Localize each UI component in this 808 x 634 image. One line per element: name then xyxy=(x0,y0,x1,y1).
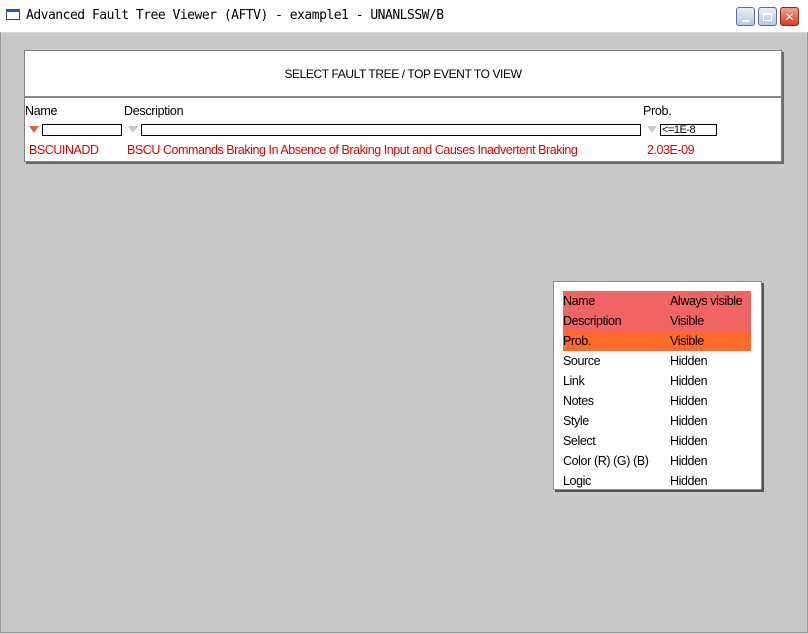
menu-item-state: Hidden xyxy=(670,454,708,468)
menu-item-label: Link xyxy=(563,374,585,388)
menu-item-notes[interactable]: Notes Hidden xyxy=(563,391,751,411)
menu-item-label: Description xyxy=(563,314,622,328)
menu-item-source[interactable]: Source Hidden xyxy=(563,351,751,371)
menu-item-state: Hidden xyxy=(670,394,708,408)
minimize-icon xyxy=(742,19,749,22)
menu-item-logic[interactable]: Logic Hidden xyxy=(563,471,751,491)
menu-item-state: Hidden xyxy=(670,434,708,448)
menu-item-label: Select xyxy=(563,434,596,448)
row-prob[interactable]: 2.03E-09 xyxy=(647,143,695,157)
menu-item-name[interactable]: Name Always visible xyxy=(563,291,751,311)
menu-item-label: Color (R) (G) (B) xyxy=(563,454,649,468)
title-bar[interactable]: Advanced Fault Tree Viewer (AFTV) - exam… xyxy=(0,0,808,33)
description-filter-input[interactable] xyxy=(141,124,641,136)
close-icon: ✕ xyxy=(784,9,795,24)
menu-item-label: Logic xyxy=(563,474,591,488)
maximize-button[interactable] xyxy=(758,7,777,26)
menu-item-state: Visible xyxy=(670,334,704,348)
column-visibility-menu: Name Always visible Description Visible Pr… xyxy=(553,281,762,490)
name-filter-input[interactable] xyxy=(42,124,122,136)
menu-item-prob[interactable]: Prob. Visible xyxy=(563,331,751,351)
fault-tree-selector-panel: SELECT FAULT TREE / TOP EVENT TO VIEW Na… xyxy=(24,50,782,162)
menu-item-state: Hidden xyxy=(670,354,708,368)
row-description[interactable]: BSCU Commands Braking In Absence of Brak… xyxy=(127,143,578,157)
menu-item-label: Source xyxy=(563,354,601,368)
column-header-name[interactable]: Name xyxy=(25,104,57,118)
column-header-prob[interactable]: Prob. xyxy=(643,104,672,118)
panel-title: SELECT FAULT TREE / TOP EVENT TO VIEW xyxy=(25,51,781,98)
minimize-button[interactable] xyxy=(736,7,755,26)
window-icon xyxy=(6,9,20,20)
menu-item-state: Hidden xyxy=(670,374,708,388)
prob-filter-input[interactable] xyxy=(660,124,717,136)
menu-item-state: Hidden xyxy=(670,474,708,488)
menu-item-select[interactable]: Select Hidden xyxy=(563,431,751,451)
maximize-icon xyxy=(763,12,772,21)
menu-item-state: Visible xyxy=(670,314,704,328)
menu-item-label: Notes xyxy=(563,394,594,408)
column-header-description[interactable]: Description xyxy=(124,104,184,118)
menu-item-description[interactable]: Description Visible xyxy=(563,311,751,331)
menu-item-color[interactable]: Color (R) (G) (B) Hidden xyxy=(563,451,751,471)
menu-item-label: Prob. xyxy=(563,334,591,348)
menu-item-state: Always visible xyxy=(670,294,743,308)
menu-item-link[interactable]: Link Hidden xyxy=(563,371,751,391)
menu-item-label: Name xyxy=(563,294,595,308)
window-title: Advanced Fault Tree Viewer (AFTV) - exam… xyxy=(26,8,444,23)
name-sort-arrow-icon[interactable] xyxy=(29,126,39,133)
menu-item-style[interactable]: Style Hidden xyxy=(563,411,751,431)
close-button[interactable]: ✕ xyxy=(780,7,799,26)
menu-item-state: Hidden xyxy=(670,414,708,428)
description-sort-arrow-icon[interactable] xyxy=(128,126,138,133)
row-name[interactable]: BSCUINADD xyxy=(29,143,99,157)
prob-sort-arrow-icon[interactable] xyxy=(647,126,657,133)
menu-item-label: Style xyxy=(563,414,589,428)
